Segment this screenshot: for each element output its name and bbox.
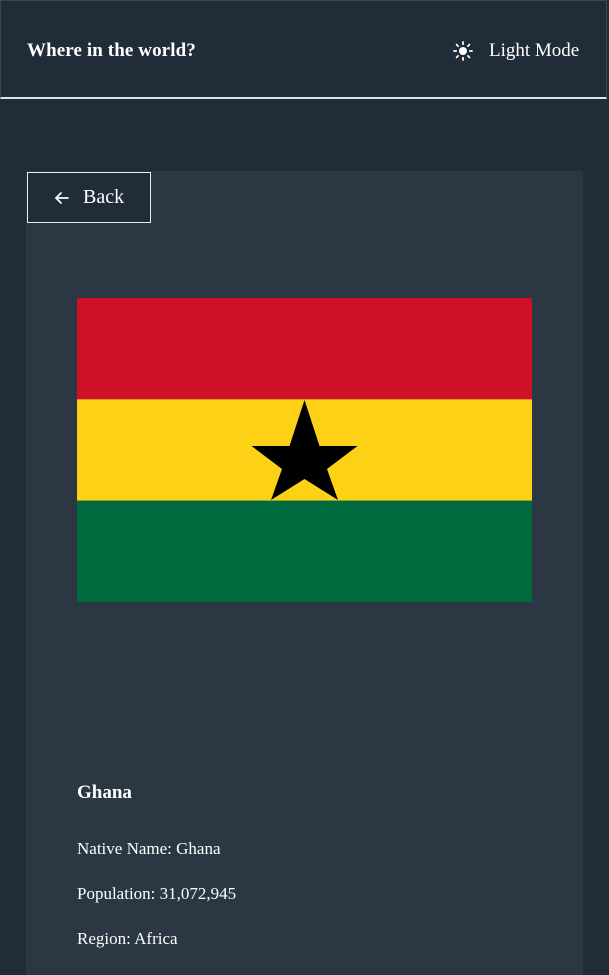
population-label: Population: xyxy=(77,884,156,903)
country-flag xyxy=(77,298,532,602)
region-label: Region: xyxy=(77,929,131,948)
region-row: Region: Africa xyxy=(77,929,178,949)
app-header: Where in the world? Light Mode xyxy=(0,0,607,99)
native-name-label: Native Name: xyxy=(77,839,172,858)
native-name-row: Native Name: Ghana xyxy=(77,839,221,859)
theme-toggle-button[interactable]: Light Mode xyxy=(453,38,579,64)
country-name: Ghana xyxy=(77,782,132,803)
back-button[interactable]: Back xyxy=(27,172,151,223)
arrow-left-icon xyxy=(55,191,69,204)
population-value: 31,072,945 xyxy=(159,884,237,903)
native-name-value: Ghana xyxy=(176,839,221,858)
back-button-label: Back xyxy=(83,186,125,208)
app-title: Where in the world? xyxy=(27,40,196,61)
flag-stripe-top xyxy=(77,298,532,400)
population-row: Population: 31,072,945 xyxy=(77,884,236,904)
sun-icon xyxy=(453,41,473,61)
flag-stripe-bottom xyxy=(77,500,532,602)
theme-toggle-label: Light Mode xyxy=(489,40,580,61)
region-value: Africa xyxy=(134,929,178,948)
